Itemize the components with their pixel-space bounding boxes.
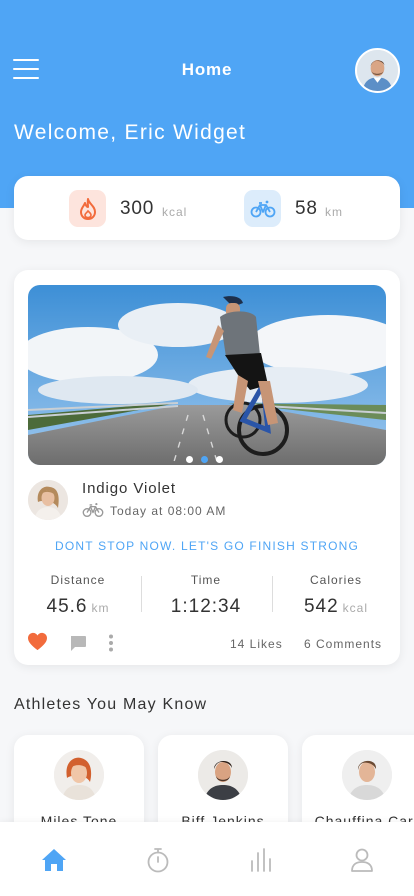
man-portrait-icon xyxy=(198,750,248,800)
metric-calories: Calories 542 kcal xyxy=(272,573,400,618)
bicycle-icon xyxy=(82,502,104,523)
distance-value: 58 xyxy=(295,198,318,219)
woman-portrait-icon xyxy=(54,750,104,800)
metric-label: Time xyxy=(190,573,222,587)
metric-time: Time 1:12:34 xyxy=(142,573,270,618)
more-options-icon[interactable] xyxy=(108,634,114,657)
metric-label: Distance xyxy=(50,573,106,587)
athlete-avatar xyxy=(54,750,104,800)
man-portrait-icon xyxy=(342,750,392,800)
section-title: Athletes You May Know xyxy=(14,696,208,713)
motivation-text: DONT STOP NOW. LET'S GO FINISH STRONG xyxy=(54,539,360,553)
metric-unit: km xyxy=(91,601,110,615)
metric-distance: Distance 45.6 km xyxy=(14,573,142,618)
home-icon[interactable] xyxy=(40,846,68,874)
calories-value: 300 xyxy=(120,198,155,219)
carousel-dots xyxy=(186,456,223,463)
man-portrait-icon xyxy=(357,50,398,91)
chart-icon[interactable] xyxy=(246,846,274,874)
athlete-avatar xyxy=(198,750,248,800)
user-avatar[interactable] xyxy=(355,48,400,93)
flame-icon xyxy=(69,190,106,227)
heart-icon[interactable] xyxy=(27,632,48,656)
metric-value: 45.6 xyxy=(46,596,88,617)
athlete-avatar xyxy=(342,750,392,800)
comments-count[interactable]: 6 Comments xyxy=(304,637,382,651)
post-photo[interactable] xyxy=(28,285,386,465)
author-name[interactable]: Indigo Violet xyxy=(82,480,176,497)
metric-value: 1:12:34 xyxy=(170,596,242,617)
welcome-text: Welcome, Eric Widget xyxy=(14,121,247,144)
profile-icon[interactable] xyxy=(348,846,376,874)
likes-count[interactable]: 14 Likes xyxy=(230,637,283,651)
metric-value: 542 xyxy=(303,596,339,617)
cyclist-photo-image xyxy=(28,285,386,465)
page-title: Home xyxy=(181,60,233,79)
activity-post-card: Indigo Violet Today at 08:00 AM DONT STO… xyxy=(14,270,400,665)
carousel-dot[interactable] xyxy=(216,456,223,463)
bicycle-icon xyxy=(244,190,281,227)
calories-unit: kcal xyxy=(162,205,188,219)
metric-label: Calories xyxy=(309,573,362,587)
distance-unit: km xyxy=(325,205,343,219)
metric-unit: kcal xyxy=(342,601,369,615)
carousel-dot-active[interactable] xyxy=(201,456,208,463)
comment-icon[interactable] xyxy=(69,635,87,657)
summary-stats-card: 300 kcal 58 km xyxy=(14,176,400,240)
carousel-dot[interactable] xyxy=(186,456,193,463)
author-avatar[interactable] xyxy=(28,480,68,520)
woman-portrait-icon xyxy=(28,480,68,520)
stopwatch-icon[interactable] xyxy=(144,846,172,874)
bottom-navigation xyxy=(0,822,414,896)
post-time: Today at 08:00 AM xyxy=(110,504,227,518)
